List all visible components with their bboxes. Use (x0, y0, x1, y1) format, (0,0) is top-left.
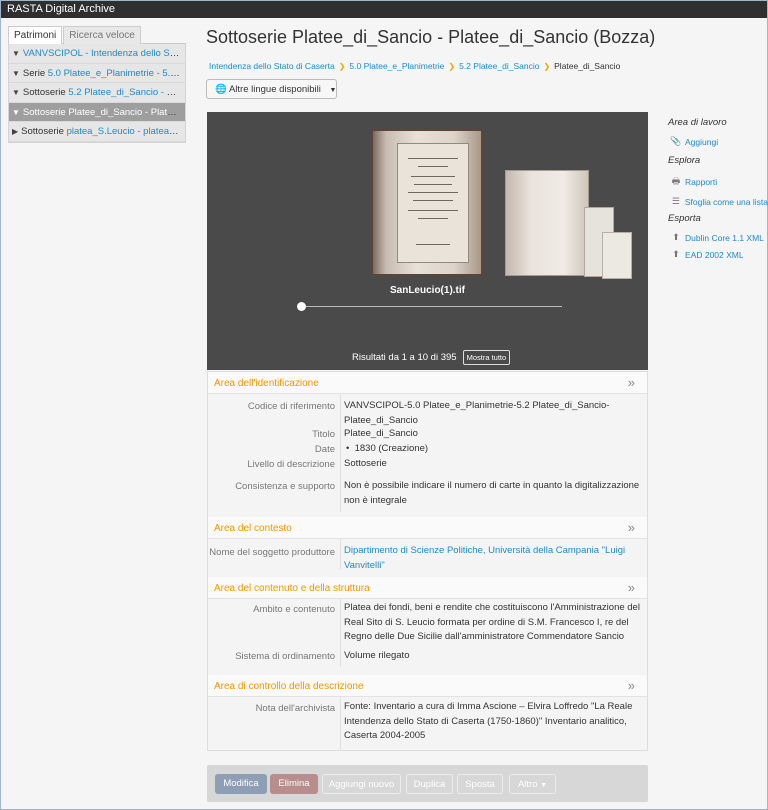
tree-item-fondo[interactable]: ▼ VANVSCIPOL - Intendenza dello Stato d..… (9, 44, 185, 64)
field-label-arrangement: Sistema di ordinamento (235, 651, 335, 662)
breadcrumb-link-serie[interactable]: 5.0 Platee_e_Planimetrie (349, 61, 444, 71)
field-label-scope: Ambito e contenuto (253, 604, 335, 615)
field-value-archivist-note: Fonte: Inventario a cura di Imma Ascione… (344, 701, 633, 741)
carousel-slider-handle[interactable] (297, 302, 306, 311)
field-label-level: Livello di descrizione (247, 459, 335, 470)
actions-bar: Modifica Elimina Aggiungi nuovo Duplica … (207, 765, 648, 802)
triangle-right-icon[interactable]: ▶ (12, 127, 18, 136)
chevron-double-right-icon[interactable]: » (628, 678, 635, 693)
duplicate-button[interactable]: Duplica (406, 774, 453, 794)
browse-as-list-link[interactable]: ☰ Sfoglia come una lista (670, 196, 768, 207)
triangle-down-icon[interactable]: ▼ (12, 108, 20, 117)
chevron-double-right-icon[interactable]: » (628, 375, 635, 390)
section-control-header[interactable]: Area di controllo della descrizione » (208, 675, 647, 697)
export-heading: Esporta (668, 213, 701, 224)
field-label-dates: Date (314, 444, 335, 455)
field-label-extent: Consistenza e supporto (235, 481, 335, 492)
breadcrumb-current: Platee_di_Sancio (554, 61, 621, 71)
move-button[interactable]: Sposta (457, 774, 503, 794)
field-value-scope: Platea dei fondi, beni e rendite che cos… (344, 602, 640, 642)
results-summary: Risultati da 1 a 10 di 395 Mostra tutto (352, 350, 511, 365)
breadcrumb-link-sottoserie[interactable]: 5.2 Platee_di_Sancio (459, 61, 539, 71)
bullet-icon: • (346, 443, 350, 454)
tree-item-sottoserie-platea-leucio[interactable]: ▶Sottoserie platea_S.Leucio - platea_S.L… (9, 122, 185, 142)
paperclip-icon: 📎 (670, 136, 682, 146)
breadcrumb: Intendenza dello Stato di Caserta ❯ 5.0 … (209, 61, 620, 71)
creator-link[interactable]: Dipartimento di Scienze Politiche, Unive… (344, 544, 644, 573)
field-value-dates: • 1830 (Creazione) (346, 443, 429, 454)
tree-item-sottoserie-platee-selected[interactable]: ▼Sottoserie Platee_di_Sancio - Platee_di… (9, 102, 185, 123)
breadcrumb-separator-icon: ❯ (338, 61, 346, 71)
sidebar: Patrimoni Ricerca veloce ▼ VANVSCIPOL - I… (8, 26, 186, 143)
book-image-thumbnail[interactable] (602, 232, 632, 279)
breadcrumb-separator-icon: ❯ (448, 61, 456, 71)
caret-down-icon: ▼ (540, 782, 548, 789)
book-image-thumbnail[interactable] (505, 170, 589, 276)
workspace-heading: Area di lavoro (668, 117, 727, 128)
field-value-extent: Non è possibile indicare il numero di ca… (344, 480, 640, 506)
field-value-title: Platee_di_Sancio (344, 428, 418, 439)
explore-heading: Esplora (668, 155, 701, 166)
context-menu-column: Area di lavoro 📎 Aggiungi Esplora 🖶 Rappor… (668, 117, 768, 266)
tree-item-sottoserie-5-2[interactable]: ▼Sottoserie 5.2 Platee_di_Sancio - 5.2 P… (9, 83, 185, 103)
breadcrumb-separator-icon: ❯ (543, 61, 551, 71)
edit-button[interactable]: Modifica (215, 774, 267, 794)
triangle-down-icon[interactable]: ▼ (12, 69, 20, 78)
carousel-slider-track[interactable] (301, 306, 562, 307)
field-label-title: Titolo (312, 429, 335, 440)
treeview: ▼ VANVSCIPOL - Intendenza dello Stato d..… (8, 44, 186, 143)
app-title-bar: RASTA Digital Archive (1, 1, 767, 18)
caret-down-icon: ▼ (329, 87, 337, 94)
results-text: Risultati da 1 a 10 di 395 (352, 352, 457, 363)
tab-patrimoni[interactable]: Patrimoni (8, 26, 63, 44)
description-panel: Area dell'identificazione » Codice di ri… (207, 371, 648, 751)
add-new-button[interactable]: Aggiungi nuovo (322, 774, 401, 794)
globe-icon: 🌐 (215, 84, 227, 95)
dublin-core-export-link[interactable]: ⬆ Dublin Core 1.1 XML (670, 232, 768, 243)
triangle-down-icon[interactable]: ▼ (12, 49, 20, 58)
section-content-header[interactable]: Area del contenuto e della struttura » (208, 577, 647, 599)
printer-icon: 🖶 (671, 176, 681, 186)
ead-export-link[interactable]: ⬆ EAD 2002 XML (670, 249, 768, 260)
book-image-thumbnail[interactable] (371, 129, 483, 276)
tree-item-serie[interactable]: ▼Serie 5.0 Platee_e_Planimetrie - 5.0 Pl… (9, 64, 185, 84)
upload-icon: ⬆ (672, 249, 680, 259)
field-value-reference-code: VANVSCIPOL-5.0 Platee_e_Planimetrie-5.2 … (344, 400, 610, 426)
other-languages-button[interactable]: 🌐 Altre lingue disponibili ▼ (206, 79, 337, 99)
field-label-archivist-note: Nota dell'archivista (255, 703, 335, 714)
add-link[interactable]: 📎 Aggiungi (670, 136, 768, 147)
page-title: Sottoserie Platee_di_Sancio - Platee_di_… (206, 27, 656, 47)
field-value-level: Sottoserie (344, 458, 387, 469)
reports-link[interactable]: 🖶 Rapporti (670, 174, 768, 190)
triangle-down-icon[interactable]: ▼ (12, 88, 20, 97)
chevron-double-right-icon[interactable]: » (628, 520, 635, 535)
section-identification-header[interactable]: Area dell'identificazione » (208, 372, 647, 394)
field-label-creator: Nome del soggetto produttore (209, 547, 335, 558)
show-all-button[interactable]: Mostra tutto (462, 350, 511, 365)
field-value-arrangement: Volume rilegato (344, 650, 410, 661)
digital-object-carousel: SanLeucio(1).tif Risultati da 1 a 10 di … (207, 112, 648, 370)
breadcrumb-link-fondo[interactable]: Intendenza dello Stato di Caserta (209, 61, 335, 71)
tab-ricerca-veloce[interactable]: Ricerca veloce (63, 26, 141, 44)
section-context-header[interactable]: Area del contesto » (208, 517, 647, 539)
delete-button[interactable]: Elimina (270, 774, 318, 794)
chevron-double-right-icon[interactable]: » (628, 580, 635, 595)
upload-icon: ⬆ (672, 232, 680, 242)
list-icon: ☰ (671, 196, 680, 206)
more-button[interactable]: Altro ▼ (509, 774, 556, 794)
sidebar-tabs: Patrimoni Ricerca veloce (8, 26, 186, 44)
image-caption[interactable]: SanLeucio(1).tif (207, 285, 648, 296)
field-label-reference-code: Codice di riferimento (247, 401, 335, 412)
